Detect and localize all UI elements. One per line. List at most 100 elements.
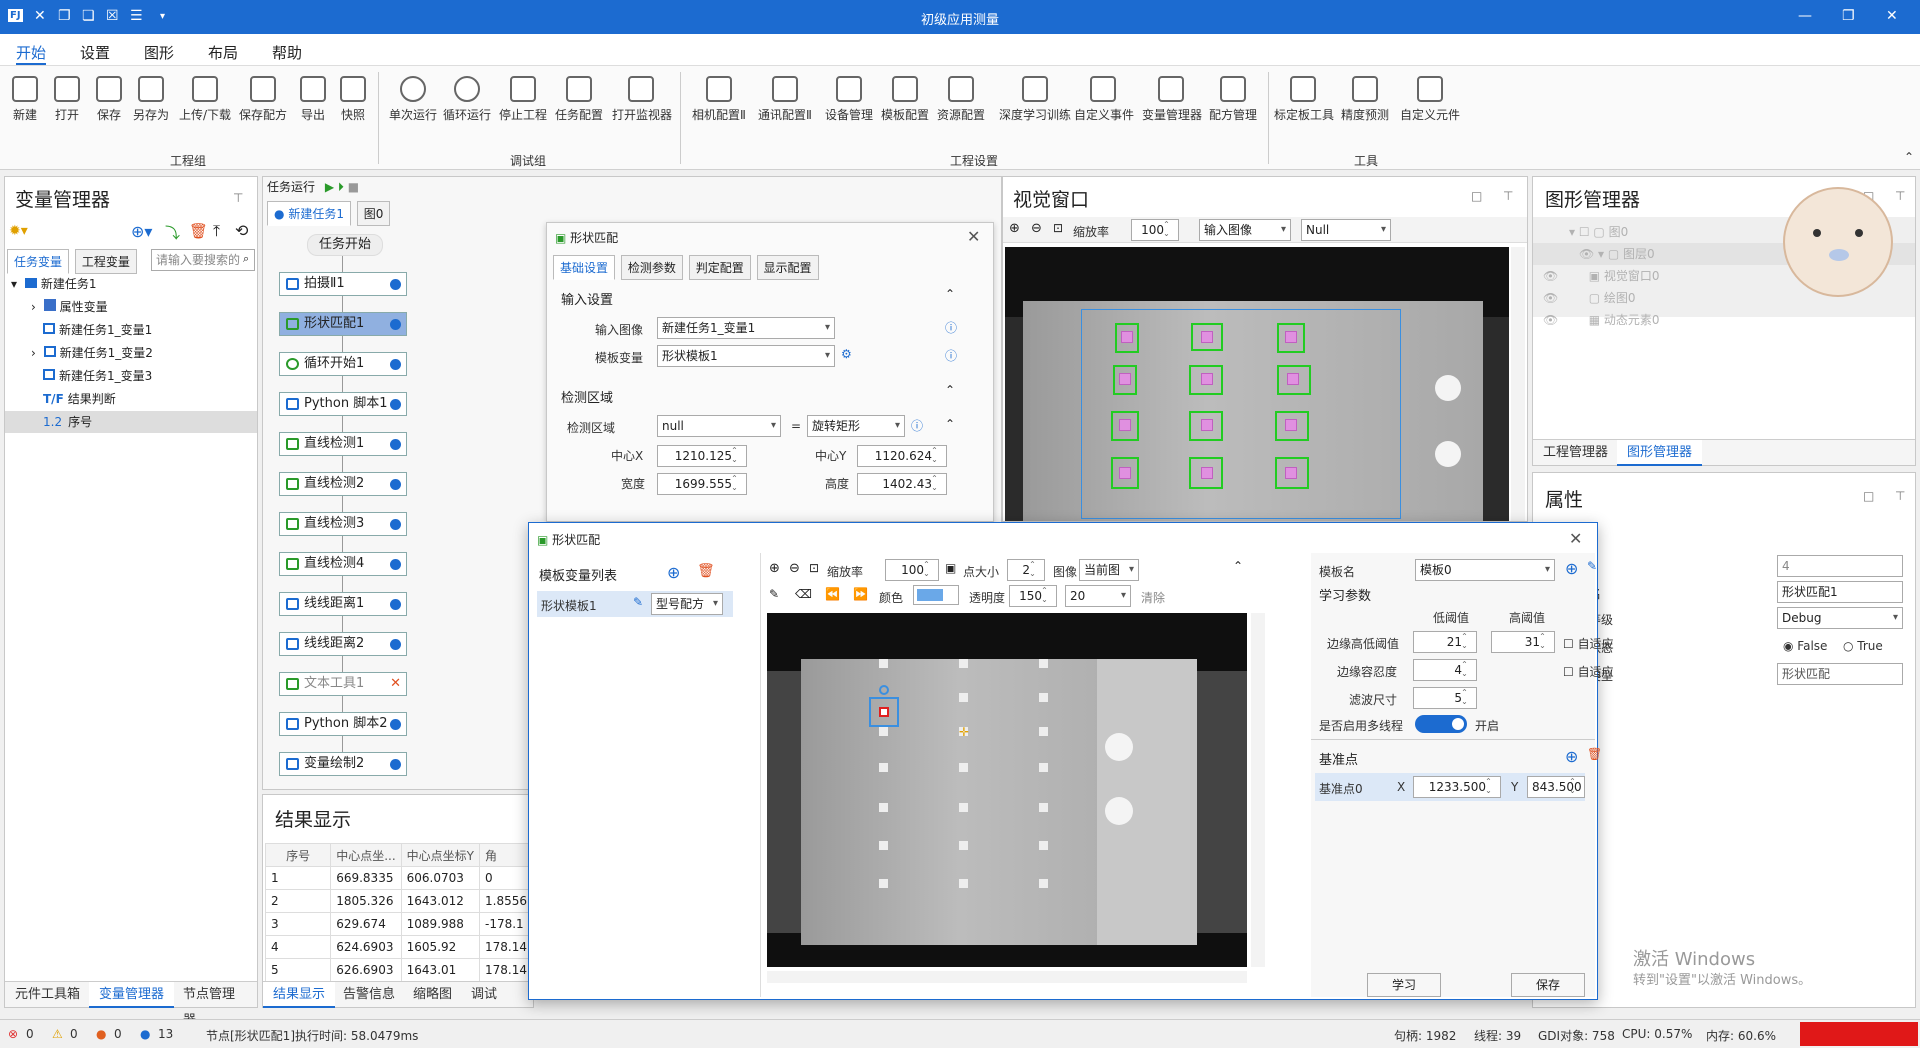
add-icon[interactable]: ⊕ [1565, 747, 1578, 766]
tab-node-manager[interactable]: 节点管理器 [173, 982, 257, 1028]
template-list-item[interactable]: 形状模板1 ✎ 型号配方 [537, 591, 733, 617]
eraser-icon[interactable]: ⌫ [795, 587, 812, 601]
upload-icon[interactable]: ⤒ [213, 221, 220, 241]
auto-adapt-checkbox-1[interactable]: ☐ 自适应 [1563, 635, 1614, 652]
stop-project-button[interactable]: 停止工程 [494, 74, 552, 123]
collapse-icon[interactable]: ⌃ [945, 383, 955, 397]
stop-icon[interactable]: ■ [348, 180, 359, 194]
vertical-scrollbar[interactable] [1511, 247, 1525, 521]
edge-high-spinner[interactable]: 31 [1491, 631, 1555, 653]
tree-item[interactable]: 新建任务1_变量1 [43, 319, 152, 341]
variable-manager-button[interactable]: 变量管理器 [1142, 74, 1202, 123]
edge-low-spinner[interactable]: 21 [1413, 631, 1477, 653]
table-row[interactable]: 4 624.6903 1605.92 178.14 [264, 935, 533, 959]
close-icon[interactable]: ✕ [967, 227, 980, 246]
tab-task1[interactable]: ● 新建任务1 [267, 201, 351, 226]
table-row[interactable]: 2 1805.326 1643.012 1.8556 [264, 889, 533, 913]
clear-button[interactable]: 清除 [1141, 589, 1165, 606]
flow-node[interactable]: 线线距离1 [279, 592, 407, 616]
redo-icon[interactable]: ⏩ [853, 587, 868, 601]
brush-size-select[interactable]: 20 [1065, 585, 1131, 607]
region-select[interactable]: null [657, 415, 781, 437]
minimize-icon[interactable]: — [1798, 8, 1812, 24]
tab-thumbnails[interactable]: 缩略图 [403, 982, 462, 1008]
fit-icon[interactable]: ⊡ [809, 561, 819, 575]
color-picker[interactable] [913, 585, 959, 605]
base-x-spinner[interactable]: 1233.500 [1413, 776, 1501, 798]
menu-settings[interactable]: 设置 [80, 42, 110, 63]
flow-node[interactable]: 直线检测1 [279, 432, 407, 456]
save-as-button[interactable]: 另存为 [122, 74, 180, 123]
roi-rotate-handle[interactable] [879, 685, 889, 695]
flow-node[interactable]: Python 脚本2 [279, 712, 407, 736]
error-icon[interactable]: ⊗ [8, 1027, 18, 1041]
prop-field-4[interactable]: 4 [1777, 555, 1903, 577]
tab-project-manager[interactable]: 工程管理器 [1533, 440, 1618, 466]
tab-judge[interactable]: 判定配置 [688, 255, 751, 280]
single-run-button[interactable]: 单次运行 [384, 74, 442, 123]
image-select[interactable]: 当前图 [1079, 559, 1139, 581]
maximize-icon[interactable]: ❐ [1842, 8, 1855, 24]
tree-item[interactable]: › 属性变量 [31, 296, 108, 318]
center-x-spinner[interactable]: 1210.125 [657, 445, 747, 467]
center-y-spinner[interactable]: 1120.624 [857, 445, 947, 467]
edit-icon[interactable]: ✎ [633, 595, 643, 609]
zoom-out-icon[interactable]: ⊖ [1031, 221, 1042, 236]
flow-node[interactable]: 直线检测2 [279, 472, 407, 496]
flow-node[interactable]: 循环开始1 [279, 352, 407, 376]
zoom-in-icon[interactable]: ⊕ [1009, 221, 1020, 236]
collapse-icon[interactable]: ⌃ [945, 417, 955, 431]
base-y-spinner[interactable]: 843.500 [1527, 776, 1585, 798]
template-var-select[interactable]: 形状模板1 [657, 345, 835, 367]
pin-icon[interactable]: ⊤ [1895, 489, 1905, 503]
collapse-icon[interactable]: ⌃ [1233, 559, 1243, 573]
fit-icon[interactable]: ⊡ [1053, 221, 1063, 235]
vision-image[interactable] [1005, 247, 1509, 521]
vertical-scrollbar[interactable] [1251, 613, 1265, 967]
camera-config-button[interactable]: 相机配置Ⅱ [690, 74, 748, 123]
recipe-manage-button[interactable]: 配方管理 [1204, 74, 1262, 123]
template-settings-icon[interactable]: ⚙ [841, 347, 852, 361]
tree-item[interactable]: 新建任务1_变量3 [43, 365, 152, 387]
close-icon[interactable]: ✕ [1569, 529, 1582, 548]
pin-icon[interactable]: ⊤ [1895, 189, 1905, 203]
blue-dot-icon[interactable]: ● [140, 1027, 150, 1041]
deep-learning-button[interactable]: 深度学习训练 [998, 74, 1072, 123]
zoom-in-icon[interactable]: ⊕ [769, 561, 780, 576]
table-row[interactable]: 5 626.6903 1643.01 178.14 [264, 958, 533, 982]
zoom-spinner[interactable]: 100 [885, 559, 939, 581]
flow-node-selected[interactable]: 形状匹配1 [279, 312, 407, 336]
collapse-icon[interactable]: ⌃ [945, 287, 955, 301]
tab-task-vars[interactable]: 任务变量 [7, 249, 70, 274]
horizontal-scrollbar[interactable] [767, 971, 1247, 983]
tab-variable-manager[interactable]: 变量管理器 [89, 982, 175, 1008]
open-monitor-button[interactable]: 打开监视器 [612, 74, 672, 123]
learn-button[interactable]: 学习 [1367, 973, 1441, 997]
prop-name-field[interactable]: 形状匹配1 [1777, 581, 1903, 603]
snapshot-button[interactable]: 快照 [324, 74, 382, 123]
upload-download-button[interactable]: 上传/下载 [176, 74, 234, 123]
custom-event-button[interactable]: 自定义事件 [1074, 74, 1134, 123]
delete-icon[interactable]: 🗑 [189, 222, 208, 240]
zoom-out-icon[interactable]: ⊖ [789, 561, 800, 576]
menu-graphics[interactable]: 图形 [144, 42, 174, 63]
zoom-spinner[interactable]: 100 [1131, 219, 1179, 241]
flow-node[interactable]: 直线检测3 [279, 512, 407, 536]
flow-node[interactable]: 变量绘制2 [279, 752, 407, 776]
height-spinner[interactable]: 1402.43 [857, 473, 947, 495]
filter-size-spinner[interactable]: 5 [1413, 687, 1477, 709]
pin-icon[interactable]: ⊤ [1503, 189, 1513, 203]
add-icon[interactable]: ⊕ [667, 563, 680, 582]
template-config-button[interactable]: 模板配置 [876, 74, 934, 123]
maximize-icon[interactable]: □ [1863, 489, 1874, 503]
play-loop-icon[interactable]: ⏵ [338, 180, 344, 194]
save-button[interactable]: 保存 [1511, 973, 1585, 997]
template-name-select[interactable]: 模板0 [1415, 559, 1555, 581]
table-row[interactable]: 1 669.8335 606.0703 0 [264, 866, 533, 890]
template-roi-box[interactable] [869, 697, 899, 727]
point-size-spinner[interactable]: 2 [1007, 559, 1045, 581]
flow-node[interactable]: 直线检测4 [279, 552, 407, 576]
width-spinner[interactable]: 1699.555 [657, 473, 747, 495]
tab-display[interactable]: 显示配置 [756, 255, 819, 280]
tree-item[interactable]: 👁 ▢ 绘图0 [1543, 287, 1636, 309]
